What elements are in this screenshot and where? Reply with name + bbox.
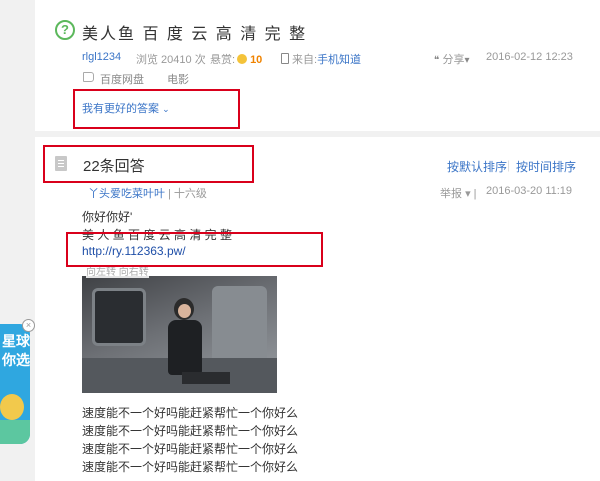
question-author[interactable]: rlgl1234 [82, 51, 121, 63]
dropdown-icon: ▾ [464, 55, 470, 66]
tag-icon [83, 72, 94, 82]
share-icon: ❝ [434, 55, 440, 66]
promo-text: 星球 你选! [2, 333, 30, 368]
answer-line: 速度能不一个好吗能赶紧帮忙一个你好么 [82, 460, 299, 474]
answer-line: 速度能不一个好吗能赶紧帮忙一个你好么 [82, 406, 299, 420]
answer-line: 速度能不一个好吗能赶紧帮忙一个你好么 [82, 424, 299, 438]
highlight-box [73, 89, 240, 129]
view-count: 浏览 20410 次 [136, 54, 206, 66]
highlight-box [66, 232, 323, 267]
report-button[interactable]: 举报 ▾ | [440, 185, 477, 201]
answerer-level: | 十六级 [168, 188, 207, 200]
answer-date: 2016-03-20 11:19 [486, 185, 573, 197]
question-date: 2016-02-12 12:23 [486, 51, 573, 63]
answerer-name[interactable]: 丫头爱吃菜叶叶 [88, 185, 165, 201]
source-link[interactable]: 手机知道 [317, 54, 361, 66]
sort-time-link[interactable]: 按时间排序 [516, 158, 576, 175]
tag-item[interactable]: 百度网盘 [100, 74, 144, 86]
sort-divider: | [507, 158, 511, 172]
close-icon[interactable]: × [22, 319, 35, 332]
question-title: 美人鱼 百 度 云 高 清 完 整 [82, 26, 308, 43]
answer-line: 速度能不一个好吗能赶紧帮忙一个你好么 [82, 442, 299, 456]
side-promo-widget[interactable]: 星球 你选! [0, 324, 30, 444]
phone-icon [281, 53, 289, 64]
tag-item[interactable]: 电影 [167, 74, 189, 86]
highlight-box [43, 145, 254, 183]
tag-list: 百度网盘 电影 [100, 71, 209, 87]
bounty: 悬赏: 10 [210, 54, 263, 66]
coin-icon [237, 54, 248, 64]
share-button[interactable]: ❝ 分享▾ [434, 51, 469, 67]
sort-default-link[interactable]: 按默认排序 [447, 158, 507, 175]
answer-image[interactable] [82, 276, 277, 393]
source: 来自:手机知道 [281, 51, 361, 67]
dropdown-icon: ▾ [465, 188, 471, 200]
question-icon: ? [55, 20, 75, 40]
answer-line: 你好你好' [82, 210, 133, 224]
